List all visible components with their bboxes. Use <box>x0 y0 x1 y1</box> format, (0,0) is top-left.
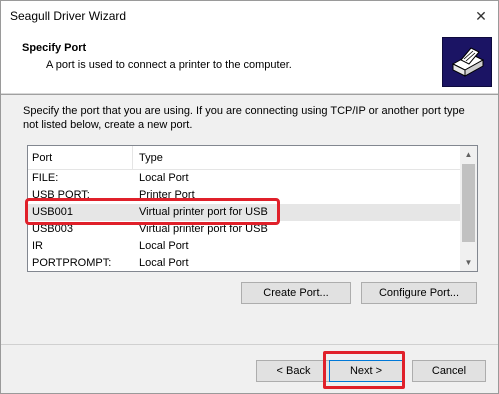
instructions-text: Specify the port that you are using. If … <box>23 105 465 131</box>
page-title: Specify Port <box>22 42 87 54</box>
footer-separator <box>1 344 498 345</box>
close-icon: ✕ <box>475 7 487 24</box>
close-button[interactable]: ✕ <box>464 1 498 31</box>
port-name: USB PORT: <box>32 189 90 201</box>
port-list-header: Port Type <box>28 146 461 170</box>
wizard-header: Specify Port A port is used to connect a… <box>1 31 498 94</box>
port-list-scrollbar[interactable]: ▲ ▼ <box>460 146 477 271</box>
column-divider[interactable] <box>132 146 133 170</box>
title-bar: Seagull Driver Wizard ✕ <box>1 1 498 31</box>
page-subtitle: A port is used to connect a printer to t… <box>46 59 292 71</box>
printer-icon <box>442 37 492 87</box>
column-header-type[interactable]: Type <box>139 152 163 164</box>
port-list[interactable]: Port Type FILE: Local Port USB PORT: Pri… <box>27 145 478 272</box>
back-button[interactable]: < Back <box>256 360 331 382</box>
port-row-ir[interactable]: IR Local Port <box>28 238 461 255</box>
port-type: Local Port <box>139 172 189 184</box>
port-row-usb-port[interactable]: USB PORT: Printer Port <box>28 187 461 204</box>
cancel-button[interactable]: Cancel <box>412 360 486 382</box>
port-list-rows: FILE: Local Port USB PORT: Printer Port … <box>28 170 461 271</box>
wizard-window: Seagull Driver Wizard ✕ Specify Port A p… <box>0 0 499 394</box>
port-type: Local Port <box>139 240 189 252</box>
create-port-button[interactable]: Create Port... <box>241 282 351 304</box>
port-row-usb001[interactable]: USB001 Virtual printer port for USB <box>28 204 461 221</box>
port-type: Virtual printer port for USB <box>139 223 268 235</box>
port-name: USB003 <box>32 223 73 235</box>
scroll-thumb[interactable] <box>462 164 475 242</box>
port-name: FILE: <box>32 172 59 184</box>
port-row-file[interactable]: FILE: Local Port <box>28 170 461 187</box>
header-separator <box>1 94 498 95</box>
port-type: Virtual printer port for USB <box>139 206 268 218</box>
port-row-usb003[interactable]: USB003 Virtual printer port for USB <box>28 221 461 238</box>
window-title: Seagull Driver Wizard <box>10 9 127 23</box>
port-name: IR <box>32 240 43 252</box>
port-row-portprompt[interactable]: PORTPROMPT: Local Port <box>28 255 461 271</box>
scroll-up-icon[interactable]: ▲ <box>460 146 477 163</box>
port-type: Printer Port <box>139 189 195 201</box>
port-name: PORTPROMPT: <box>32 257 112 269</box>
scroll-down-icon[interactable]: ▼ <box>460 254 477 271</box>
next-button[interactable]: Next > <box>329 360 403 382</box>
column-header-port[interactable]: Port <box>32 152 52 164</box>
configure-port-button[interactable]: Configure Port... <box>361 282 477 304</box>
port-name: USB001 <box>32 206 73 218</box>
port-type: Local Port <box>139 257 189 269</box>
